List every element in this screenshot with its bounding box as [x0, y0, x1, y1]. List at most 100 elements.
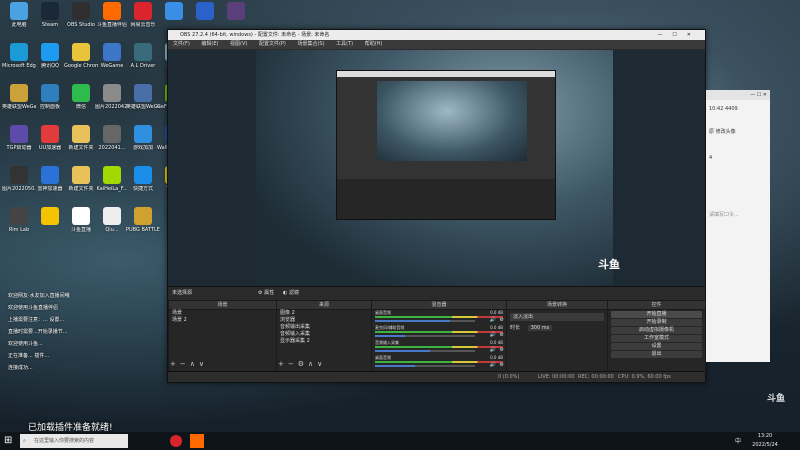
source-item[interactable]: 图像 2: [277, 310, 371, 317]
side-app-window[interactable]: — ☐ ✕ 10:42 4409 原 修改头像 4 请填写口令...: [706, 90, 770, 362]
desktop-icon[interactable]: Rim Lab: [2, 207, 36, 233]
desktop-icon[interactable]: [188, 2, 222, 22]
speaker-icon[interactable]: 🔊: [490, 317, 496, 323]
desktop-icon[interactable]: 腾讯QQ: [33, 43, 67, 69]
scene-item[interactable]: 场景 2: [169, 317, 276, 324]
gear-icon[interactable]: ⚙: [500, 347, 504, 353]
desktop-icon[interactable]: 新建文件夹: [64, 125, 98, 151]
desktop-icon[interactable]: 网易云音乐: [126, 2, 160, 28]
minimize-button[interactable]: —: [657, 32, 672, 38]
desktop-icon[interactable]: Steam: [33, 2, 67, 28]
exit-button[interactable]: 退出: [611, 351, 702, 358]
transition-select[interactable]: 淡入淡出: [510, 313, 604, 321]
desktop-icon[interactable]: 图片2022050...: [2, 166, 36, 192]
volume-slider-fill: [375, 365, 415, 367]
desktop-icon[interactable]: Qiu...: [95, 207, 129, 233]
taskbar-clock[interactable]: 13:20 2022/5/24: [750, 432, 780, 450]
start-recording-button[interactable]: 开始录制: [611, 319, 702, 326]
desktop-icon[interactable]: 斗鱼直播: [64, 207, 98, 233]
add-source-button[interactable]: +: [278, 360, 288, 368]
desktop-icon[interactable]: 图片2022042...: [95, 84, 129, 110]
desktop-icon[interactable]: A.L Driver: [126, 43, 160, 69]
menu-tools[interactable]: 工具(T): [336, 41, 353, 47]
side-app-input[interactable]: 请填写口令...: [706, 171, 770, 218]
scene-item[interactable]: 场景: [169, 310, 276, 317]
menu-profile[interactable]: 配置文件(P): [259, 41, 286, 47]
desktop-icon[interactable]: [157, 2, 191, 22]
scene-up-button[interactable]: ∧: [190, 360, 199, 368]
desktop-icon[interactable]: KaiHeiLa_F...: [95, 166, 129, 192]
desktop-icon[interactable]: [33, 207, 67, 227]
obs-window[interactable]: OBS 27.2.4 (64-bit, windows) - 配置文件: 未命名…: [167, 29, 706, 383]
volume-slider[interactable]: [375, 350, 475, 352]
menu-help[interactable]: 帮助(H): [365, 41, 383, 47]
close-button[interactable]: ✕: [687, 32, 701, 38]
desktop-icon[interactable]: UU加速器: [33, 125, 67, 151]
source-up-button[interactable]: ∧: [308, 360, 317, 368]
side-app-titlebar: — ☐ ✕: [706, 90, 770, 100]
gear-icon[interactable]: ⚙: [500, 332, 504, 338]
source-settings-icon[interactable]: ⚙: [298, 360, 308, 368]
desktop-icon[interactable]: 斗鱼直播伴侣: [95, 2, 129, 28]
source-item[interactable]: 音频输出采集: [277, 324, 371, 331]
desktop-icon[interactable]: Google Chrome: [64, 43, 98, 69]
add-scene-button[interactable]: +: [170, 360, 180, 368]
speaker-icon[interactable]: 🔊: [490, 347, 496, 353]
desktop-icon[interactable]: 雷神加速器: [33, 166, 67, 192]
source-item[interactable]: 浏览器: [277, 317, 371, 324]
source-item[interactable]: 显示器采集 2: [277, 338, 371, 345]
desktop-icon[interactable]: 微信: [64, 84, 98, 110]
track-name: 桌面音频: [375, 310, 391, 315]
window-controls[interactable]: —☐✕: [657, 30, 701, 40]
side-app-label-2[interactable]: 原 修改头像: [706, 118, 770, 145]
taskbar-app-icon[interactable]: [170, 435, 182, 447]
desktop-icon[interactable]: OBS Studio: [64, 2, 98, 28]
desktop-icon[interactable]: PUBG BATTLEGR...: [126, 207, 160, 233]
volume-slider[interactable]: [375, 335, 475, 337]
desktop-icon[interactable]: 控制面板: [33, 84, 67, 110]
gear-icon[interactable]: ⚙: [500, 317, 504, 323]
desktop-icon[interactable]: WeGame: [95, 43, 129, 69]
menu-scene-collection[interactable]: 场景集合(S): [297, 41, 324, 47]
remove-source-button[interactable]: −: [288, 360, 298, 368]
windows-start-icon[interactable]: ⊞: [4, 435, 16, 447]
studio-mode-button[interactable]: 工作室模式: [611, 335, 702, 342]
remove-scene-button[interactable]: −: [180, 360, 190, 368]
desktop-icon[interactable]: 英雄联盟WeGame版: [2, 84, 36, 110]
volume-slider[interactable]: [375, 320, 475, 322]
preview-canvas[interactable]: 斗鱼: [168, 50, 705, 286]
desktop-icon[interactable]: 新建文件夹: [64, 166, 98, 192]
filters-button[interactable]: ◐ 滤镜: [283, 287, 299, 299]
menu-edit[interactable]: 编辑(E): [201, 41, 218, 47]
desktop-icon[interactable]: [219, 2, 253, 22]
mixer-track: 音频输入采集 0.0 dB 🔊 ⚙: [372, 340, 506, 355]
desktop-icon[interactable]: 英雄联盟WeGame版: [126, 84, 160, 110]
desktop-icon[interactable]: Microsoft Edge: [2, 43, 36, 69]
desktop-icon[interactable]: 此电脑: [2, 2, 36, 28]
maximize-button[interactable]: ☐: [672, 32, 686, 38]
taskbar-search-input[interactable]: ⌕ 在这里输入你要搜索的内容: [20, 434, 128, 448]
menu-view[interactable]: 视图(V): [230, 41, 247, 47]
source-item[interactable]: 音频输入采集: [277, 331, 371, 338]
speaker-icon[interactable]: 🔊: [490, 362, 496, 368]
volume-slider[interactable]: [375, 365, 475, 367]
settings-button[interactable]: 设置: [611, 343, 702, 350]
taskbar-app-icon[interactable]: [190, 434, 204, 448]
gear-icon[interactable]: ⚙: [500, 362, 504, 368]
start-streaming-button[interactable]: 开始直播: [611, 311, 702, 318]
desktop-icon[interactable]: 2022041...: [95, 125, 129, 151]
speaker-icon[interactable]: 🔊: [490, 332, 496, 338]
scene-down-button[interactable]: ∨: [199, 360, 208, 368]
desktop-icon[interactable]: 快捷方式: [126, 166, 160, 192]
desktop-icon[interactable]: TGP启动器: [2, 125, 36, 151]
properties-button[interactable]: ⚙ 属性: [258, 287, 274, 299]
app-icon: [134, 207, 152, 225]
start-virtual-camera-button[interactable]: 启动虚拟摄像机: [611, 327, 702, 334]
menu-file[interactable]: 文件(F): [173, 41, 190, 47]
desktop-icon[interactable]: 游戏加加: [126, 125, 160, 151]
duration-input[interactable]: 300 ms: [527, 325, 553, 331]
obs-title-bar[interactable]: OBS 27.2.4 (64-bit, windows) - 配置文件: 未命名…: [168, 30, 705, 40]
source-down-button[interactable]: ∨: [317, 360, 326, 368]
scenes-title: 场景: [169, 301, 276, 310]
input-method-indicator[interactable]: 中: [735, 436, 741, 445]
